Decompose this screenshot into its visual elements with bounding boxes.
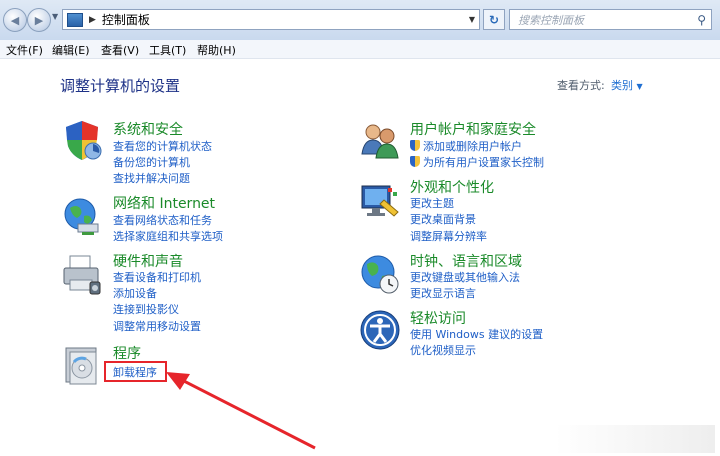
navigation-bar: ◀ ▶ ▼ ▶ 控制面板 ▼ ↻ 搜索控制面板 ⚲	[0, 0, 720, 40]
link-add-device[interactable]: 添加设备	[113, 285, 157, 301]
breadcrumb-control-panel[interactable]: 控制面板	[102, 11, 150, 28]
link-optimize-video[interactable]: 优化视频显示	[410, 342, 476, 358]
category-title-ease-of-access[interactable]: 轻松访问	[410, 308, 466, 328]
shield-icon	[410, 156, 420, 167]
link-desktop-background[interactable]: 更改桌面背景	[410, 211, 476, 227]
back-button[interactable]: ◀	[3, 8, 27, 32]
link-mobility-settings[interactable]: 调整常用移动设置	[113, 318, 201, 334]
printer-icon[interactable]	[60, 252, 104, 296]
search-input[interactable]: 搜索控制面板 ⚲	[509, 9, 712, 30]
link-backup-computer[interactable]: 备份您的计算机	[113, 154, 190, 170]
page-title: 调整计算机的设置	[60, 77, 181, 95]
link-parental-controls[interactable]: 为所有用户设置家长控制	[410, 154, 544, 170]
category-title-clock-language[interactable]: 时钟、语言和区域	[410, 251, 522, 271]
view-by-dropdown[interactable]: 类别 ▼	[611, 77, 643, 93]
control-panel-icon	[67, 12, 83, 27]
link-windows-recommended-settings[interactable]: 使用 Windows 建议的设置	[410, 326, 543, 342]
link-keyboard-input[interactable]: 更改键盘或其他输入法	[410, 269, 520, 285]
users-icon[interactable]	[358, 118, 402, 162]
category-title-hardware-sound[interactable]: 硬件和声音	[113, 251, 183, 271]
shield-icon[interactable]	[60, 118, 104, 162]
menu-bar: 文件(F) 编辑(E) 查看(V) 工具(T) 帮助(H)	[0, 40, 720, 59]
refresh-icon: ↻	[488, 12, 500, 27]
menu-view[interactable]: 查看(V)	[101, 42, 139, 58]
category-title-user-accounts[interactable]: 用户帐户和家庭安全	[410, 119, 536, 139]
forward-icon: ▶	[34, 13, 44, 27]
address-bar[interactable]: ▶ 控制面板 ▼	[62, 9, 480, 30]
menu-tools[interactable]: 工具(T)	[149, 42, 186, 58]
menu-file[interactable]: 文件(F)	[6, 42, 43, 58]
link-label: 为所有用户设置家长控制	[423, 156, 544, 169]
accessibility-icon[interactable]	[358, 308, 402, 352]
view-by-value: 类别	[611, 79, 633, 92]
history-dropdown-icon[interactable]: ▼	[52, 12, 58, 21]
link-display-language[interactable]: 更改显示语言	[410, 285, 476, 301]
uninstall-highlight-box	[104, 361, 167, 382]
link-add-remove-users[interactable]: 添加或删除用户帐户	[410, 138, 522, 154]
category-title-system-security[interactable]: 系统和安全	[113, 119, 183, 139]
programs-icon[interactable]	[60, 344, 104, 388]
search-placeholder: 搜索控制面板	[518, 13, 584, 27]
annotation-arrow-icon	[166, 372, 316, 450]
network-icon[interactable]	[60, 194, 104, 238]
view-by-label: 查看方式:	[557, 79, 605, 92]
link-devices-printers[interactable]: 查看设备和打印机	[113, 269, 201, 285]
forward-button[interactable]: ▶	[27, 8, 51, 32]
address-dropdown-icon[interactable]: ▼	[469, 15, 475, 24]
link-view-network-status[interactable]: 查看网络状态和任务	[113, 212, 212, 228]
corner-watermark-blur	[555, 425, 715, 453]
link-troubleshoot[interactable]: 查找并解决问题	[113, 170, 190, 186]
chevron-down-icon: ▼	[636, 82, 643, 91]
category-title-programs[interactable]: 程序	[113, 343, 141, 363]
refresh-button[interactable]: ↻	[483, 9, 505, 30]
link-connect-projector[interactable]: 连接到投影仪	[113, 301, 179, 317]
link-view-computer-status[interactable]: 查看您的计算机状态	[113, 138, 212, 154]
monitor-palette-icon[interactable]	[358, 178, 402, 222]
globe-clock-icon[interactable]	[358, 252, 402, 296]
breadcrumb-separator-icon[interactable]: ▶	[89, 15, 96, 25]
link-screen-resolution[interactable]: 调整屏幕分辨率	[410, 228, 487, 244]
search-icon[interactable]: ⚲	[697, 13, 706, 27]
link-label: 添加或删除用户帐户	[423, 140, 522, 153]
back-icon: ◀	[10, 13, 20, 27]
category-title-network-internet[interactable]: 网络和 Internet	[113, 193, 215, 213]
shield-icon	[410, 140, 420, 151]
link-change-theme[interactable]: 更改主题	[410, 195, 454, 211]
category-title-appearance[interactable]: 外观和个性化	[410, 177, 494, 197]
link-homegroup-sharing[interactable]: 选择家庭组和共享选项	[113, 228, 223, 244]
menu-edit[interactable]: 编辑(E)	[52, 42, 90, 58]
menu-help[interactable]: 帮助(H)	[197, 42, 236, 58]
